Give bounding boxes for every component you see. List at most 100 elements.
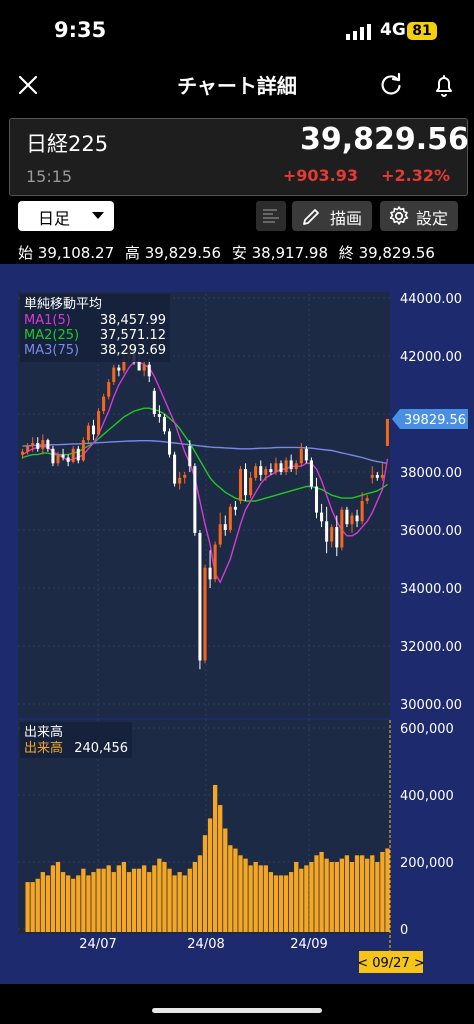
candle-body: [97, 411, 101, 435]
date-cursor-label: < 09/27 >: [357, 956, 425, 971]
volume-bar: [76, 875, 81, 932]
price-tick-label: 32000.00: [400, 640, 462, 655]
indicator-list-button[interactable]: [256, 201, 286, 231]
candle-body: [178, 477, 182, 484]
network-label: 4G: [380, 20, 406, 40]
volume-bar: [339, 858, 345, 932]
volume-bar: [324, 858, 329, 932]
volume-bar: [385, 848, 390, 932]
volume-bar: [96, 868, 101, 932]
candle-body: [238, 469, 242, 501]
settings-button-label: 設定: [416, 209, 449, 228]
volume-bar: [233, 848, 238, 932]
index-name: 日経225: [26, 132, 109, 156]
high-label: 高: [124, 244, 140, 262]
volume-bar: [304, 865, 309, 932]
volume-bar: [182, 875, 187, 932]
volume-bar: [136, 868, 142, 932]
date-tick-label: 24/08: [187, 937, 224, 952]
candle-body: [198, 532, 202, 661]
volume-bar: [278, 875, 284, 932]
pencil-icon: [303, 209, 319, 225]
volume-bar: [126, 872, 132, 932]
period-select-label: 日足: [37, 209, 70, 228]
volume-bar: [35, 878, 40, 932]
candle-body: [137, 361, 141, 371]
price-chart[interactable]: 44000.0042000.0040000.0038000.0036000.00…: [0, 264, 474, 984]
volume-bar: [91, 872, 96, 932]
volume-bar: [334, 862, 339, 932]
volume-bar: [167, 868, 172, 932]
volume-tick-label: 200,000: [400, 856, 454, 871]
volume-bar: [344, 855, 350, 932]
reload-icon[interactable]: [377, 71, 405, 99]
ma2-label: MA2(25): [24, 328, 79, 343]
volume-bar: [309, 862, 314, 932]
candle-body: [71, 448, 75, 462]
candle-body: [385, 418, 389, 446]
candle-body: [213, 544, 217, 580]
volume-bar: [60, 872, 66, 932]
volume-bar: [212, 784, 218, 932]
candle-body: [304, 448, 308, 461]
volume-bar: [187, 868, 192, 932]
ma3-label: MA3(75): [24, 343, 79, 358]
candle-body: [294, 463, 298, 470]
volume-tick-label: 400,000: [400, 789, 454, 804]
candle-body: [228, 506, 232, 530]
candle-body: [269, 469, 273, 472]
volume-bar: [177, 872, 182, 932]
candle-body: [81, 440, 85, 461]
candle-body: [284, 460, 288, 472]
candle-body: [91, 425, 96, 435]
price-tick-label: 34000.00: [400, 582, 462, 597]
volume-bar: [329, 862, 334, 932]
volume-bar: [172, 875, 177, 932]
volume-bar: [71, 878, 76, 932]
volume-bar: [55, 862, 61, 932]
current-price-marker: 39829.56: [392, 408, 468, 429]
price-change-percent: +2.32%: [381, 166, 450, 185]
date-tick-label: 24/09: [290, 937, 327, 952]
candle-body: [76, 448, 80, 461]
volume-bar: [111, 872, 116, 932]
volume-bar: [370, 855, 375, 932]
candle-body: [264, 469, 268, 475]
volume-bar: [283, 875, 289, 932]
candle-body: [345, 509, 349, 525]
candle-body: [208, 567, 212, 580]
candle-body: [335, 527, 339, 548]
candle-body: [168, 431, 172, 455]
candle-body: [279, 463, 283, 472]
volume-legend-label: 出来高: [24, 740, 63, 756]
volume-bar: [40, 872, 45, 932]
volume-bar: [25, 882, 30, 932]
volume-bar: [223, 828, 228, 932]
volume-bar: [375, 862, 380, 932]
volume-bar: [86, 875, 91, 932]
open-label: 始: [18, 244, 34, 262]
volume-bar: [299, 868, 304, 932]
volume-bar: [45, 875, 51, 932]
high-value: 39,829.56: [144, 244, 222, 262]
bell-icon[interactable]: [430, 71, 458, 99]
volume-bar: [152, 865, 157, 932]
candle-body: [107, 382, 111, 397]
candle-body: [320, 512, 324, 522]
volume-bar: [268, 872, 274, 932]
volume-bar: [258, 865, 263, 932]
price-tick-label: 38000.00: [400, 466, 462, 481]
candle-body: [152, 390, 156, 414]
candle-body: [183, 474, 187, 478]
volume-bar: [81, 868, 86, 932]
candle-body: [31, 443, 35, 446]
status-time: 9:35: [54, 18, 107, 42]
chevron-down-icon: [92, 212, 104, 219]
price-tick-label: 44000.00: [400, 292, 462, 307]
date-tick-label: 24/07: [79, 937, 116, 952]
volume-bar: [319, 851, 324, 932]
signal-icon: [346, 24, 371, 40]
volume-bar: [162, 862, 167, 932]
volume-bar: [228, 845, 233, 932]
close-label: 終: [338, 244, 354, 262]
